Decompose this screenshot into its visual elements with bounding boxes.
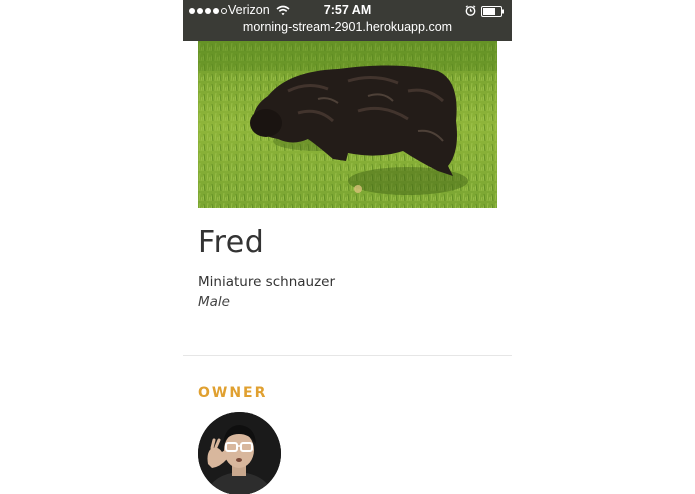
dog-sex: Male xyxy=(198,294,230,310)
owner-heading: OWNER xyxy=(198,385,268,401)
owner-avatar[interactable] xyxy=(198,412,281,494)
battery-icon xyxy=(481,6,504,17)
status-row: Verizon 7:57 AM xyxy=(183,2,512,20)
dog-breed: Miniature schnauzer xyxy=(198,274,336,290)
phone-screen: Verizon 7:57 AM morning-stream-2901.hero… xyxy=(183,0,512,494)
dog-name: Fred xyxy=(198,225,265,260)
status-bar: Verizon 7:57 AM morning-stream-2901.hero… xyxy=(183,0,512,41)
alarm-clock-icon xyxy=(465,5,476,16)
status-time: 7:57 AM xyxy=(323,3,372,17)
dog-photo xyxy=(198,41,497,208)
section-divider xyxy=(183,355,512,356)
url-bar[interactable]: morning-stream-2901.herokuapp.com xyxy=(183,20,512,34)
